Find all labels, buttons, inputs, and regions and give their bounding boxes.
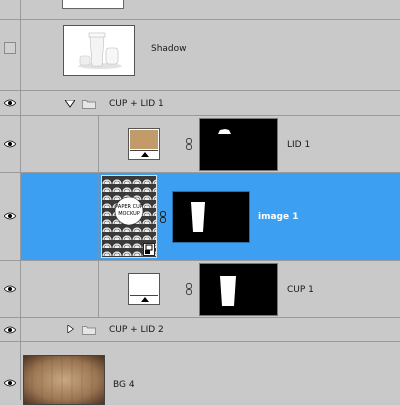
link-chain-icon[interactable] <box>186 138 192 150</box>
fill-slider-icon <box>141 297 149 302</box>
layer-row-lid-1[interactable]: LID 1 <box>0 116 400 173</box>
wood-background-image <box>24 356 104 404</box>
layer-name: image 1 <box>258 212 299 222</box>
fill-slider-icon <box>141 152 149 157</box>
layer-name: Shadow <box>151 44 187 54</box>
layer-name: CUP 1 <box>287 285 314 295</box>
fill-divider <box>130 150 158 151</box>
layer-row-partial[interactable] <box>0 0 400 20</box>
link-chain-icon[interactable] <box>160 211 166 223</box>
layer-thumbnail <box>23 355 105 405</box>
layer-thumbnail-partial <box>62 0 124 9</box>
layer-name: LID 1 <box>287 140 311 150</box>
eye-icon[interactable] <box>4 379 16 387</box>
lid-mask-shape <box>218 129 231 134</box>
fill-color-swatch <box>130 130 158 149</box>
visibility-column <box>0 173 21 260</box>
visibility-column <box>0 261 21 317</box>
layers-panel: Shadow CUP + LID 1 LID 1 PAPER CUP MOCKU… <box>0 0 400 405</box>
layer-group-cup-lid-2[interactable]: CUP + LID 2 <box>0 318 400 342</box>
indent-divider <box>98 116 99 173</box>
svg-text:MOCKUP: MOCKUP <box>118 211 140 217</box>
fill-divider <box>130 295 158 296</box>
cups-shadow-image <box>78 32 122 69</box>
eye-icon[interactable] <box>4 212 16 220</box>
fill-layer-thumbnail[interactable] <box>128 273 160 305</box>
link-chain-icon[interactable] <box>186 283 192 295</box>
visibility-column <box>0 342 21 400</box>
eye-icon[interactable] <box>4 99 16 107</box>
group-name: CUP + LID 1 <box>109 99 164 109</box>
layer-row-image-1[interactable]: PAPER CUP MOCKUP image 1 <box>0 173 400 261</box>
eye-icon[interactable] <box>4 140 16 148</box>
expand-triangle-closed-icon[interactable] <box>66 325 76 333</box>
cup-mask-shape <box>191 202 205 232</box>
smart-object-badge-icon <box>143 243 155 256</box>
visibility-column <box>0 318 21 341</box>
visibility-column <box>0 20 21 90</box>
visibility-column <box>0 0 21 19</box>
layer-name: BG 4 <box>113 380 135 390</box>
eye-icon[interactable] <box>4 285 16 293</box>
fill-layer-thumbnail[interactable] <box>128 128 160 160</box>
eye-icon[interactable] <box>4 326 16 334</box>
fill-color-swatch <box>130 275 158 294</box>
folder-icon <box>82 326 96 335</box>
layer-row-cup-1[interactable]: CUP 1 <box>0 261 400 318</box>
cup-mask-shape <box>220 276 236 306</box>
layer-row-bg-4[interactable]: BG 4 <box>0 342 400 405</box>
layer-mask-thumbnail[interactable] <box>199 263 278 316</box>
visibility-off-toggle[interactable] <box>4 42 16 54</box>
layer-thumbnail <box>63 25 135 76</box>
indent-divider <box>98 173 99 260</box>
layer-row-shadow[interactable]: Shadow <box>0 20 400 91</box>
indent-divider <box>98 261 99 317</box>
layer-group-cup-lid-1[interactable]: CUP + LID 1 <box>0 91 400 116</box>
layer-mask-thumbnail[interactable] <box>172 191 250 243</box>
svg-text:PAPER CUP: PAPER CUP <box>115 204 143 210</box>
folder-icon <box>82 100 96 109</box>
visibility-column <box>0 91 21 115</box>
layer-mask-thumbnail[interactable] <box>199 118 278 171</box>
group-name: CUP + LID 2 <box>109 325 164 335</box>
expand-triangle-open-icon[interactable] <box>65 100 75 108</box>
smart-object-thumbnail[interactable]: PAPER CUP MOCKUP <box>101 175 157 258</box>
visibility-column <box>0 116 21 172</box>
